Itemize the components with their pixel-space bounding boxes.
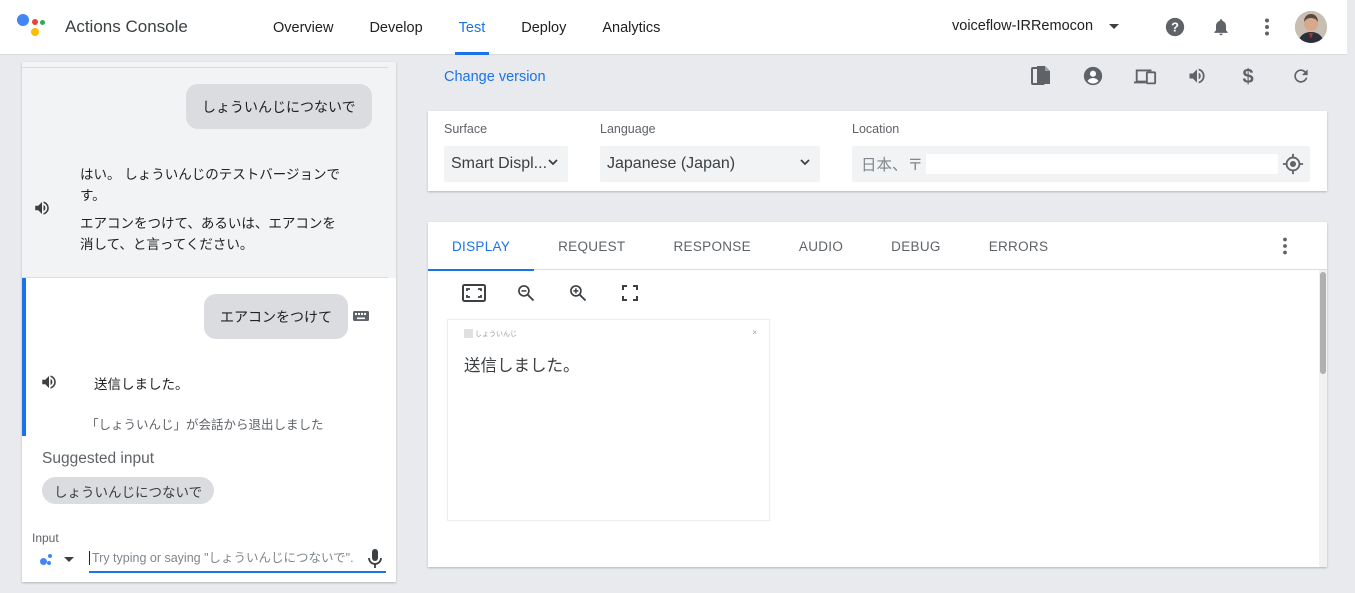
- zoom-in-icon[interactable]: [566, 281, 590, 305]
- main-nav: Overview Develop Test Deploy Analytics: [255, 0, 678, 55]
- conversation-area[interactable]: しょういんじにつないで はい。 しょういんじのテストバージョンで す。 エアコン…: [22, 62, 396, 436]
- tab-errors[interactable]: ERRORS: [965, 222, 1073, 270]
- suggested-input-title: Suggested input: [42, 450, 155, 467]
- more-vert-icon[interactable]: [1275, 236, 1295, 256]
- fit-screen-icon[interactable]: [462, 281, 486, 305]
- tab-debug[interactable]: DEBUG: [867, 222, 965, 270]
- settings-card: Surface Smart Displ... Language Japanese…: [428, 111, 1327, 191]
- surface-select[interactable]: Smart Displ...: [444, 146, 568, 182]
- mic-icon[interactable]: [368, 549, 382, 569]
- caret-down-icon: [64, 556, 74, 562]
- response-line: 消して、と言ってください。: [80, 237, 254, 252]
- app-title[interactable]: Actions Console: [65, 17, 188, 37]
- user-bubble[interactable]: しょういんじにつないで: [186, 84, 372, 129]
- suggestion-chip[interactable]: しょういんじにつないで: [42, 477, 215, 504]
- input-label: Input: [32, 531, 59, 545]
- location-label: Location: [852, 122, 900, 136]
- query-input-container: [89, 545, 386, 573]
- nav-overview[interactable]: Overview: [255, 0, 351, 55]
- top-bar: Actions Console Overview Develop Test De…: [0, 0, 1355, 55]
- tab-response[interactable]: RESPONSE: [649, 222, 774, 270]
- tab-request[interactable]: REQUEST: [534, 222, 649, 270]
- google-assistant-logo[interactable]: [17, 13, 47, 39]
- app-icon: [464, 329, 473, 338]
- devices-icon[interactable]: [1133, 64, 1157, 88]
- keyboard-icon[interactable]: [352, 309, 370, 323]
- tab-display[interactable]: DISPLAY: [428, 222, 535, 271]
- response-line: エアコンをつけて、あるいは、エアコンを: [80, 216, 336, 231]
- window-edge: [1347, 0, 1355, 593]
- user-bubble[interactable]: エアコンをつけて: [204, 294, 348, 339]
- simulator-panel: しょういんじにつないで はい。 しょういんじのテストバージョンで す。 エアコン…: [22, 62, 396, 582]
- tab-audio[interactable]: AUDIO: [775, 222, 867, 270]
- chevron-down-icon: [548, 159, 558, 166]
- my-location-icon[interactable]: [1282, 153, 1304, 175]
- divider: [22, 67, 388, 68]
- nav-analytics[interactable]: Analytics: [584, 0, 678, 55]
- smart-display-preview: しょういんじ × 送信しました。: [447, 319, 770, 521]
- bell-icon[interactable]: [1209, 15, 1233, 39]
- project-selector[interactable]: voiceflow-IRRemocon: [952, 18, 1120, 34]
- surface-value: Smart Displ...: [451, 155, 548, 172]
- change-version-link[interactable]: Change version: [444, 69, 546, 85]
- project-name: voiceflow-IRRemocon: [952, 18, 1094, 34]
- help-icon[interactable]: ?: [1163, 15, 1187, 39]
- account-circle-icon[interactable]: [1081, 64, 1105, 88]
- caret-down-icon: [1109, 23, 1120, 29]
- chevron-down-icon: [800, 159, 810, 166]
- response-line: す。: [80, 188, 106, 203]
- exit-notice: 「しょういんじ」が会話から退出しました: [86, 418, 324, 432]
- scrollbar[interactable]: [1319, 270, 1327, 567]
- svg-text:?: ?: [1171, 20, 1179, 35]
- query-input[interactable]: [89, 551, 359, 565]
- assistant-dots-icon: [40, 552, 54, 566]
- location-input[interactable]: 日本、〒: [852, 146, 1310, 182]
- zoom-out-icon[interactable]: [514, 281, 538, 305]
- scrollbar-thumb[interactable]: [1320, 272, 1326, 374]
- nav-deploy[interactable]: Deploy: [503, 0, 584, 55]
- file-copy-icon[interactable]: [1029, 64, 1053, 88]
- output-tabs: DISPLAY REQUEST RESPONSE AUDIO DEBUG ERR…: [428, 222, 1327, 271]
- assistant-response: 送信しました。: [94, 377, 189, 392]
- close-icon[interactable]: ×: [752, 328, 757, 337]
- speaker-icon[interactable]: [32, 198, 52, 218]
- language-value: Japanese (Japan): [607, 155, 736, 172]
- assistant-response: はい。 しょういんじのテストバージョンで す。 エアコンをつけて、あるいは、エア…: [80, 164, 340, 255]
- response-line: はい。 しょういんじのテストバージョンで: [80, 167, 340, 182]
- speaker-icon[interactable]: [39, 372, 59, 392]
- svg-text:$: $: [1242, 66, 1253, 87]
- surface-label: Surface: [444, 122, 488, 136]
- language-label: Language: [600, 122, 656, 136]
- nav-develop[interactable]: Develop: [351, 0, 440, 55]
- dollar-icon[interactable]: $: [1236, 64, 1260, 88]
- location-redaction: [926, 154, 1278, 174]
- volume-icon[interactable]: [1185, 64, 1209, 88]
- refresh-icon[interactable]: [1289, 64, 1313, 88]
- more-vert-icon[interactable]: [1255, 15, 1279, 39]
- language-select[interactable]: Japanese (Japan): [600, 146, 820, 182]
- fullscreen-icon[interactable]: [618, 281, 642, 305]
- device-response-text: 送信しました。: [464, 357, 580, 375]
- nav-test[interactable]: Test: [441, 0, 504, 55]
- input-mode-selector[interactable]: [40, 552, 74, 566]
- avatar[interactable]: [1295, 11, 1327, 43]
- device-app-title: しょういんじ: [475, 331, 517, 338]
- output-card: DISPLAY REQUEST RESPONSE AUDIO DEBUG ERR…: [428, 222, 1327, 567]
- location-value: 日本、〒: [861, 157, 924, 174]
